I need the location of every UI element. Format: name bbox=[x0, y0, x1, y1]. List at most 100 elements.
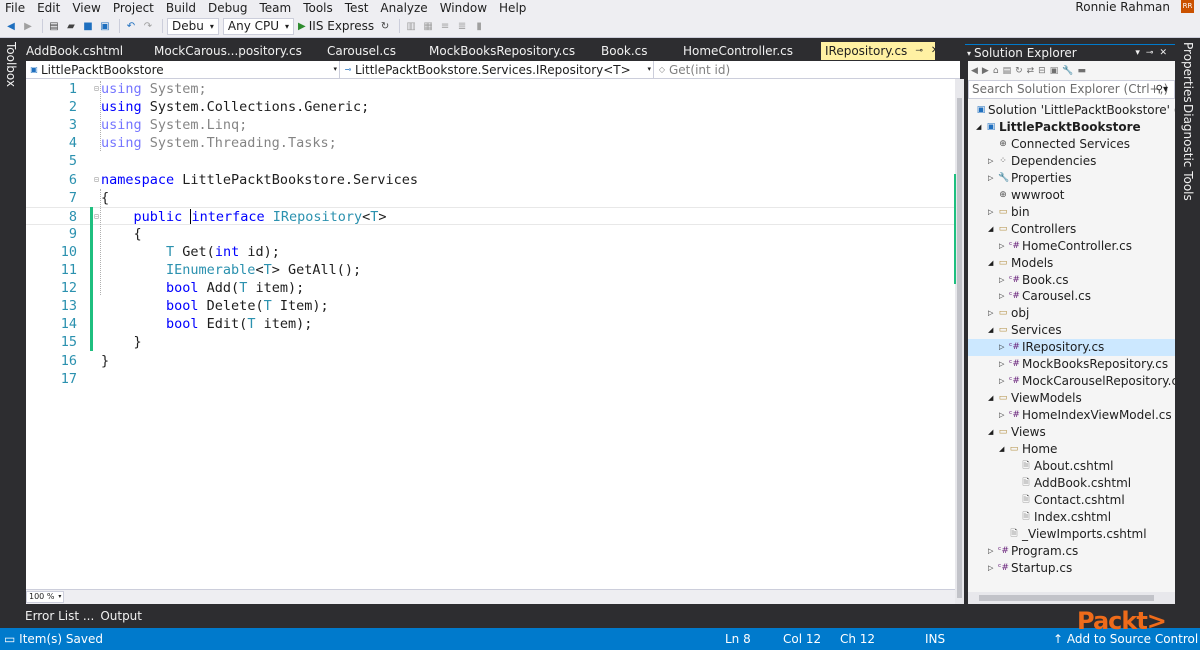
menu-tools[interactable]: Tools bbox=[297, 1, 339, 15]
collapse-region-icon[interactable]: ⊟ bbox=[94, 208, 99, 226]
user-name[interactable]: Ronnie Rahman bbox=[1075, 0, 1170, 14]
menu-team[interactable]: Team bbox=[253, 1, 297, 15]
tree-item[interactable]: ▷ ᶜ# MockBooksRepository.cs bbox=[968, 356, 1175, 373]
tab-addbook-cshtml[interactable]: AddBook.cshtml bbox=[26, 42, 154, 60]
tree-item[interactable]: ▷ ⁘ Dependencies bbox=[968, 153, 1175, 170]
code-line[interactable]: 7{ bbox=[26, 189, 955, 207]
switch-views-icon[interactable]: ▤ bbox=[1003, 66, 1012, 76]
code-line[interactable]: 9 { bbox=[26, 225, 955, 243]
tree-item[interactable]: 🗎 Contact.cshtml bbox=[968, 492, 1175, 509]
tree-item[interactable]: ◢ ▭ ViewModels bbox=[968, 390, 1175, 407]
tree-item[interactable]: ▷ ᶜ# Program.cs bbox=[968, 543, 1175, 560]
menu-window[interactable]: Window bbox=[434, 1, 493, 15]
collapse-region-icon[interactable]: ⊟ bbox=[94, 171, 99, 189]
collapse-arrow-icon[interactable]: ◢ bbox=[976, 119, 981, 136]
tree-item[interactable]: ▷ ᶜ# HomeIndexViewModel.cs bbox=[968, 407, 1175, 424]
code-line[interactable]: 8 public interface IRepository<T> ⊟ bbox=[26, 206, 955, 226]
properties-tab[interactable]: Properties bbox=[1181, 42, 1195, 103]
forward-icon[interactable]: ▶ bbox=[982, 66, 989, 76]
tree-item[interactable]: ◢ ▭ Home bbox=[968, 441, 1175, 458]
tree-item[interactable]: ⊕ wwwroot bbox=[968, 187, 1175, 204]
menu-edit[interactable]: Edit bbox=[31, 1, 66, 15]
code-line[interactable]: 16} bbox=[26, 352, 955, 370]
menu-file[interactable]: File bbox=[0, 1, 31, 15]
tab-irepository-cs[interactable]: IRepository.cs ⊸ ✕ bbox=[821, 42, 935, 60]
code-editor[interactable]: 1 using System; ⊟ 2 using System.Collections… bbox=[26, 79, 955, 589]
toolbox-tab[interactable]: Toolbox bbox=[4, 42, 18, 87]
code-line[interactable]: 15 } bbox=[26, 333, 955, 351]
navigate-back-icon[interactable]: ◀ bbox=[4, 19, 18, 33]
solution-explorer-search[interactable]: Search Solution Explorer (Ctrl+;) ⚲▾ bbox=[968, 80, 1175, 99]
expand-arrow-icon[interactable]: ▷ bbox=[999, 238, 1004, 255]
code-line[interactable]: 11 IEnumerable<T> GetAll(); bbox=[26, 261, 955, 279]
tree-item[interactable]: ▷ 🔧 Properties bbox=[968, 170, 1175, 187]
user-avatar[interactable]: RR bbox=[1181, 0, 1194, 13]
home-icon[interactable]: ⌂ bbox=[993, 66, 999, 76]
expand-arrow-icon[interactable]: ▷ bbox=[988, 543, 993, 560]
tree-item[interactable]: ▷ ᶜ# IRepository.cs bbox=[968, 339, 1175, 357]
tab-error-list[interactable]: Error List ... bbox=[22, 609, 97, 623]
tab-homecontroller-cs[interactable]: HomeController.cs bbox=[683, 42, 821, 60]
solution-configuration-dropdown[interactable]: Debu ▾ bbox=[167, 17, 219, 35]
code-line[interactable]: 14 bool Edit(T item); bbox=[26, 315, 955, 333]
expand-arrow-icon[interactable]: ▷ bbox=[999, 373, 1004, 390]
menu-project[interactable]: Project bbox=[107, 1, 160, 15]
code-line[interactable]: 5 bbox=[26, 152, 955, 170]
solution-platform-dropdown[interactable]: Any CPU ▾ bbox=[222, 17, 295, 35]
tab-mockbooksrepository-cs[interactable]: MockBooksRepository.cs bbox=[429, 42, 601, 60]
search-icon[interactable]: ⚲▾ bbox=[1156, 81, 1168, 98]
code-line[interactable]: 4 using System.Threading.Tasks; bbox=[26, 134, 955, 152]
undo-icon[interactable]: ↶ bbox=[124, 19, 138, 33]
tree-item[interactable]: ◢ ▣ LittlePacktBookstore bbox=[968, 119, 1175, 136]
collapse-arrow-icon[interactable]: ◢ bbox=[988, 221, 993, 238]
tree-item[interactable]: ▷ ᶜ# Startup.cs bbox=[968, 560, 1175, 577]
tree-item[interactable]: ◢ ▭ Models bbox=[968, 255, 1175, 272]
code-line[interactable]: 6 namespace LittlePacktBookstore.Services… bbox=[26, 171, 955, 189]
type-dropdown[interactable]: ⊸ LittlePacktBookstore.Services.IReposito… bbox=[340, 61, 654, 78]
tab-book-cs[interactable]: Book.cs bbox=[601, 42, 683, 60]
menu-build[interactable]: Build bbox=[160, 1, 202, 15]
tree-item[interactable]: ◢ ▭ Services bbox=[968, 322, 1175, 339]
save-all-icon[interactable]: ▣ bbox=[98, 19, 112, 33]
tree-item[interactable]: ▷ ᶜ# MockCarouselRepository.cs bbox=[968, 373, 1175, 390]
expand-arrow-icon[interactable]: ▷ bbox=[988, 153, 993, 170]
solution-explorer-scroll-thumb[interactable] bbox=[979, 595, 1154, 601]
open-file-icon[interactable]: ▰ bbox=[64, 19, 78, 33]
tab-carousel-cs[interactable]: Carousel.cs bbox=[327, 42, 429, 60]
bookmark-icon[interactable]: ▮ bbox=[472, 19, 486, 33]
editor-scroll-thumb[interactable] bbox=[957, 98, 962, 598]
window-controls[interactable]: ▾⊸✕ bbox=[1135, 48, 1175, 58]
expand-arrow-icon[interactable]: ▷ bbox=[999, 356, 1004, 373]
expand-arrow-icon[interactable]: ▷ bbox=[999, 339, 1004, 356]
tab-output[interactable]: Output bbox=[97, 609, 145, 623]
tree-item[interactable]: ▷ ▭ obj bbox=[968, 305, 1175, 322]
refresh-icon[interactable]: ↻ bbox=[378, 19, 392, 33]
tree-item[interactable]: ▣Solution 'LittlePacktBookstore' (1 pr bbox=[968, 102, 1175, 119]
code-line[interactable]: 1 using System; ⊟ bbox=[26, 80, 955, 98]
collapse-region-icon[interactable]: ⊟ bbox=[94, 80, 99, 98]
uncomment-icon[interactable]: ≣ bbox=[455, 19, 469, 33]
code-line[interactable]: 2 using System.Collections.Generic; bbox=[26, 98, 955, 116]
code-line[interactable]: 12 bool Add(T item); bbox=[26, 279, 955, 297]
collapse-arrow-icon[interactable]: ◢ bbox=[988, 424, 993, 441]
code-line[interactable]: 10 T Get(int id); bbox=[26, 243, 955, 261]
show-all-files-icon[interactable]: ▣ bbox=[1050, 66, 1059, 76]
collapse-arrow-icon[interactable]: ◢ bbox=[988, 390, 993, 407]
expand-arrow-icon[interactable]: ▷ bbox=[988, 204, 993, 221]
expand-arrow-icon[interactable]: ▷ bbox=[988, 560, 993, 577]
window-menu-icon[interactable]: ▾ bbox=[967, 49, 971, 58]
menu-debug[interactable]: Debug bbox=[202, 1, 253, 15]
tree-item[interactable]: ▷ ᶜ# Carousel.cs bbox=[968, 288, 1175, 305]
tree-item[interactable]: 🗎 AddBook.cshtml bbox=[968, 475, 1175, 492]
menu-analyze[interactable]: Analyze bbox=[374, 1, 433, 15]
toggle-bookmark-icon[interactable]: ▦ bbox=[421, 19, 435, 33]
collapse-arrow-icon[interactable]: ◢ bbox=[988, 255, 993, 272]
new-project-icon[interactable]: ▤ bbox=[47, 19, 61, 33]
collapse-arrow-icon[interactable]: ◢ bbox=[988, 322, 993, 339]
comment-icon[interactable]: ≡ bbox=[438, 19, 452, 33]
back-icon[interactable]: ◀ bbox=[971, 66, 978, 76]
preview-selected-items-icon[interactable]: ▬ bbox=[1077, 66, 1086, 76]
browser-link-icon[interactable]: ▥ bbox=[404, 19, 418, 33]
save-icon[interactable]: ■ bbox=[81, 19, 95, 33]
menu-help[interactable]: Help bbox=[493, 1, 532, 15]
